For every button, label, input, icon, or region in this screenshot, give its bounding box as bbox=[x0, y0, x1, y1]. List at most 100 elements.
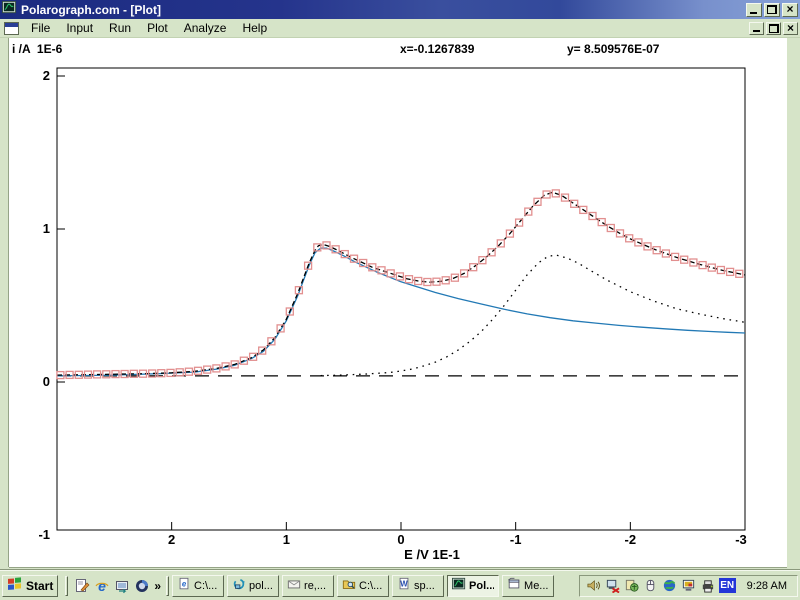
quick-launch-internet-explorer-icon[interactable]: e bbox=[93, 577, 110, 594]
menu-bar: FileInputRunPlotAnalyzeHelp × bbox=[0, 19, 800, 38]
mail-icon bbox=[287, 577, 301, 591]
quick-launch-show-desktop-icon[interactable] bbox=[113, 577, 130, 594]
search-folder-icon bbox=[342, 577, 356, 591]
y-tick-label: 1 bbox=[43, 221, 50, 236]
quick-launch-overflow-chevron[interactable]: » bbox=[152, 579, 163, 593]
clock[interactable]: 9:28 AM bbox=[739, 580, 791, 592]
toolbar-handle[interactable] bbox=[65, 576, 68, 596]
menu-item-run[interactable]: Run bbox=[101, 19, 139, 37]
x-axis-title: E /V 1E-1 bbox=[404, 547, 460, 562]
x-tick-label: -3 bbox=[735, 532, 747, 547]
word-document-icon: W bbox=[397, 577, 411, 594]
svg-text:e: e bbox=[98, 578, 106, 594]
y-tick-label: -1 bbox=[38, 527, 50, 542]
close-icon: × bbox=[787, 22, 794, 34]
polarograph-icon bbox=[452, 577, 466, 594]
tray-printer-icon[interactable] bbox=[700, 578, 716, 594]
start-button[interactable]: Start bbox=[2, 575, 58, 597]
swirl-icon bbox=[232, 577, 246, 591]
task-button-label: sp... bbox=[414, 580, 435, 592]
tray-offline-network-icon[interactable] bbox=[605, 578, 621, 594]
explorer-window-icon bbox=[507, 577, 521, 591]
y-tick-label: 0 bbox=[43, 374, 50, 389]
task-button-swirl[interactable]: pol... bbox=[227, 575, 279, 597]
tray-display-icon[interactable] bbox=[681, 578, 697, 594]
task-button-label: C:\... bbox=[194, 580, 217, 592]
windows-logo-icon bbox=[7, 576, 23, 595]
x-tick-label: -1 bbox=[510, 532, 522, 547]
taskbar: Start e » e C:\... pol... re,... C:\... Wsp..… bbox=[0, 570, 800, 600]
plot-canvas[interactable]: 2 1 0 -1 2 1 0 -1 -2 -3 E /V 1E-1 bbox=[0, 38, 800, 570]
restore-button[interactable] bbox=[764, 3, 780, 17]
task-button-explorer-window[interactable]: Me... bbox=[502, 575, 554, 597]
explorer-window-icon bbox=[507, 577, 521, 594]
x-tick-label: 0 bbox=[397, 532, 404, 547]
globe-icon bbox=[662, 578, 677, 593]
task-button-search-folder[interactable]: C:\... bbox=[337, 575, 389, 597]
y-axis-title: i /A 1E-6 bbox=[12, 42, 62, 56]
tray-globe-icon[interactable] bbox=[662, 578, 678, 594]
search-folder-icon bbox=[342, 577, 356, 594]
media-player-icon bbox=[134, 578, 150, 594]
svg-text:e: e bbox=[182, 580, 187, 589]
menu-item-file[interactable]: File bbox=[23, 19, 58, 37]
internet-explorer-icon: e bbox=[94, 578, 110, 594]
y-tick-label: 2 bbox=[43, 68, 50, 83]
task-button-ie-document[interactable]: e C:\... bbox=[172, 575, 224, 597]
mdi-minimize-button[interactable] bbox=[749, 22, 764, 35]
task-button-label: Pol... bbox=[469, 580, 494, 592]
mouse-icon bbox=[643, 578, 658, 593]
task-button-label: pol... bbox=[249, 580, 273, 592]
minimize-button[interactable] bbox=[746, 3, 762, 17]
new-document-icon bbox=[74, 578, 90, 594]
mail-icon bbox=[287, 577, 301, 594]
polarograph-icon bbox=[2, 0, 17, 15]
tray-volume-icon[interactable] bbox=[586, 578, 602, 594]
menu-item-plot[interactable]: Plot bbox=[139, 19, 176, 37]
quick-launch-media-player-icon[interactable] bbox=[133, 577, 150, 594]
printer-icon bbox=[700, 578, 715, 593]
minimize-icon bbox=[753, 30, 760, 32]
restore-icon bbox=[767, 5, 777, 14]
tray-mouse-icon[interactable] bbox=[643, 578, 659, 594]
window-title: Polarograph.com - [Plot] bbox=[21, 3, 744, 17]
toolbar-handle[interactable] bbox=[166, 576, 169, 596]
x-tick-label: -2 bbox=[625, 532, 637, 547]
close-icon: × bbox=[786, 3, 793, 15]
ie-document-icon: e bbox=[177, 577, 191, 594]
task-button-label: C:\... bbox=[359, 580, 382, 592]
menu-item-analyze[interactable]: Analyze bbox=[176, 19, 235, 37]
windows-logo-icon bbox=[7, 576, 23, 592]
start-label: Start bbox=[26, 579, 53, 593]
system-tray: EN 9:28 AM bbox=[579, 575, 798, 597]
svg-text:W: W bbox=[400, 580, 408, 589]
task-button-strip: e C:\... pol... re,... C:\... Wsp... Pol... Me.… bbox=[172, 575, 557, 597]
connection-icon bbox=[624, 578, 639, 593]
offline-network-icon bbox=[605, 578, 620, 593]
x-tick-label: 2 bbox=[168, 532, 175, 547]
language-indicator[interactable]: EN bbox=[719, 578, 736, 593]
task-button-mail[interactable]: re,... bbox=[282, 575, 334, 597]
volume-icon bbox=[586, 578, 601, 593]
display-icon bbox=[681, 578, 696, 593]
task-button-word-document[interactable]: Wsp... bbox=[392, 575, 444, 597]
menu-item-input[interactable]: Input bbox=[58, 19, 101, 37]
app-icon bbox=[2, 0, 17, 20]
task-button-label: Me... bbox=[524, 580, 548, 592]
polarograph-icon bbox=[452, 577, 466, 591]
task-button-label: re,... bbox=[304, 580, 326, 592]
swirl-icon bbox=[232, 577, 246, 594]
mdi-restore-button[interactable] bbox=[766, 22, 781, 35]
word-document-icon: W bbox=[397, 577, 411, 591]
tray-connection-icon[interactable] bbox=[624, 578, 640, 594]
task-button-polarograph[interactable]: Pol... bbox=[447, 575, 499, 597]
restore-icon bbox=[769, 24, 779, 33]
show-desktop-icon bbox=[114, 578, 130, 594]
close-button[interactable]: × bbox=[782, 3, 798, 17]
quick-launch-new-document-icon[interactable] bbox=[73, 577, 90, 594]
mdi-child-icon[interactable] bbox=[4, 22, 19, 35]
quick-launch-bar: e bbox=[71, 577, 152, 594]
menu-item-help[interactable]: Help bbox=[234, 19, 275, 37]
mdi-close-button[interactable]: × bbox=[783, 22, 798, 35]
x-tick-label: 1 bbox=[283, 532, 290, 547]
